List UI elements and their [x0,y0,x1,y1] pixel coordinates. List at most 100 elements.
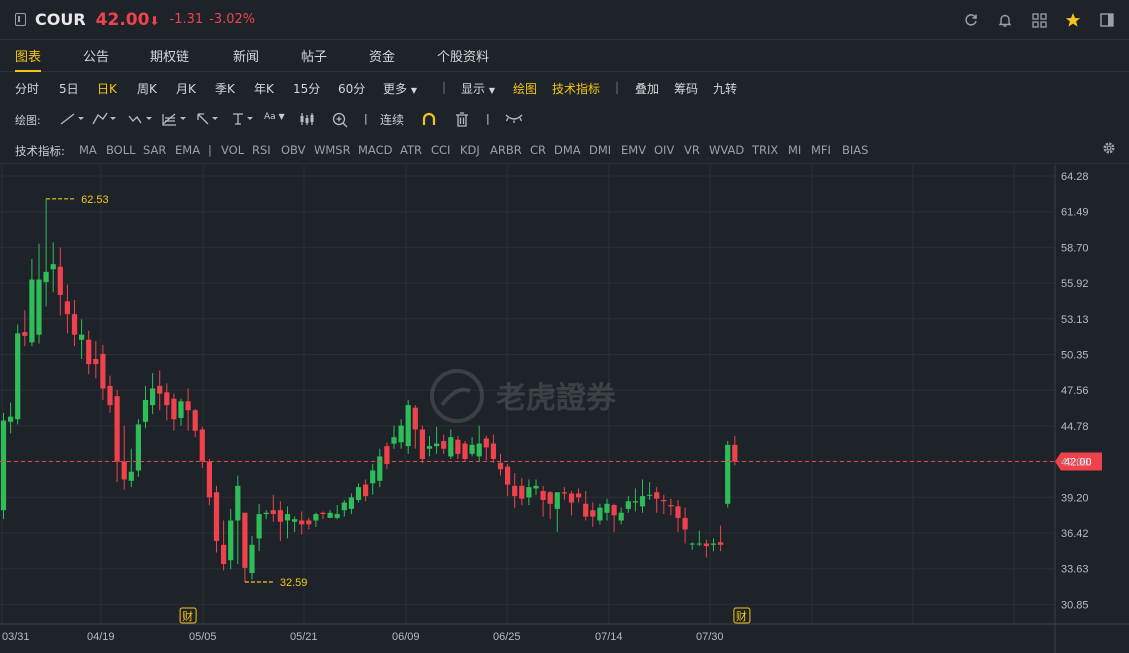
candlestick-chart[interactable]: 老虎證券 42.00 62.53 32.59 财 财 64.28 61.49 58.70 55… [0,165,1129,653]
period-weekly[interactable]: 周K [137,80,157,97]
candle-body [150,388,156,406]
period-daily[interactable]: 日K [97,80,117,97]
indicator-arbr[interactable]: ARBR [490,143,522,157]
candle-body [661,499,667,502]
candle-body [100,353,106,389]
tab-profile[interactable]: 个股资料 [437,40,489,72]
zoom-icon[interactable] [332,112,348,131]
x-tick-label: 05/05 [189,631,217,643]
period-5day[interactable]: 5日 [59,80,79,97]
period-15min[interactable]: 15分 [293,80,320,97]
indicators-toggle[interactable]: 技术指标 [552,80,600,97]
candle-body [0,420,7,511]
more-periods-dropdown[interactable]: 更多 ▼ [383,80,417,97]
indicator-rsi[interactable]: RSI [252,143,271,157]
line-tool-icon[interactable] [60,112,86,129]
y-tick-label: 47.56 [1061,385,1089,397]
candle-body [50,264,56,270]
candle-body [199,429,205,462]
indicator-emv[interactable]: EMV [621,143,646,157]
candle-body [675,506,681,518]
settings-gear-icon[interactable] [1102,141,1116,158]
low-marker-label: 32.59 [280,577,308,589]
candle-body [157,385,163,394]
period-yearly[interactable]: 年K [254,80,274,97]
period-60min[interactable]: 60分 [338,80,365,97]
drawing-toggle[interactable]: 绘图 [513,80,537,97]
tab-capital[interactable]: 资金 [369,40,395,72]
hide-drawings-eye-icon[interactable] [505,112,523,127]
period-intraday[interactable]: 分时 [15,80,39,97]
indicator-vol[interactable]: VOL [221,143,244,157]
display-dropdown[interactable]: 显示 ▼ [461,80,495,97]
candle-body [434,443,440,447]
overlay-button[interactable]: 叠加 [635,80,659,97]
grid-icon[interactable] [1029,11,1049,29]
candle-body [213,492,220,541]
arrow-tool-icon[interactable] [196,112,222,129]
continuous-drawing-toggle[interactable]: 连续 [380,111,404,128]
indicator-dmi[interactable]: DMI [589,143,611,157]
indicator-vr[interactable]: VR [684,143,700,157]
tab-posts[interactable]: 帖子 [301,40,327,72]
indicator-cr[interactable]: CR [530,143,546,157]
polyline-tool-icon[interactable] [92,112,118,129]
candle-body [576,493,582,498]
candle-body [107,385,113,406]
candle-body [348,497,354,509]
indicator-kdj[interactable]: KDJ [460,143,480,157]
period-quarterly[interactable]: 季K [215,80,235,97]
earnings-marker-label: 财 [182,609,193,623]
indicator-atr[interactable]: ATR [400,143,422,157]
candle-body [249,544,255,574]
indicator-wvad[interactable]: WVAD [709,143,744,157]
sidebar-toggle-icon[interactable] [1097,11,1117,29]
indicator-oiv[interactable]: OIV [654,143,674,157]
candle-body [86,339,92,365]
candle-body [235,485,241,521]
indicator-bias[interactable]: BIAS [842,143,868,157]
refresh-icon[interactable] [961,11,981,29]
tab-announcements[interactable]: 公告 [83,40,109,72]
star-icon[interactable] [1063,11,1083,29]
indicator-sar[interactable]: SAR [143,143,166,157]
indicator-obv[interactable]: OBV [281,143,305,157]
wave-tool-icon[interactable] [128,112,154,129]
candle-body [611,505,617,516]
watermark: 老虎證券 [430,369,617,423]
indicator-ma[interactable]: MA [79,143,97,157]
indicator-dma[interactable]: DMA [554,143,581,157]
nine-turn-button[interactable]: 九转 [713,80,737,97]
candle-body [71,314,78,335]
indicator-macd[interactable]: MACD [358,143,392,157]
indicator-mi[interactable]: MI [788,143,801,157]
indicator-mfi[interactable]: MFI [811,143,831,157]
indicator-wmsr[interactable]: WMSR [314,143,351,157]
candle-body [682,517,688,530]
bell-icon[interactable] [995,11,1015,29]
indicator-cci[interactable]: CCI [431,143,450,157]
tab-chart[interactable]: 图表 [15,40,42,72]
font-tool-icon[interactable]: Aa ▼ [264,112,285,122]
symbol-panel-icon[interactable] [15,13,26,26]
tab-news[interactable]: 新闻 [233,40,259,72]
main-tabs: 图表 公告 期权链 新闻 帖子 资金 个股资料 [0,40,1129,72]
magnet-icon[interactable] [422,112,436,129]
y-tick-label: 53.13 [1061,314,1089,326]
candle-body [64,301,70,315]
chips-button[interactable]: 筹码 [674,80,698,97]
text-tool-icon[interactable] [231,112,257,129]
period-monthly[interactable]: 月K [176,80,196,97]
x-tick-label: 06/09 [392,631,420,643]
fibonacci-tool-icon[interactable] [162,112,188,129]
candle-body [277,510,283,522]
indicator-boll[interactable]: BOLL [106,143,136,157]
trash-icon[interactable] [455,112,469,130]
candle-body [142,400,149,422]
candle-body [583,503,589,517]
indicator-trix[interactable]: TRIX [752,143,778,157]
tab-option-chain[interactable]: 期权链 [150,40,189,72]
candle-body [292,519,298,522]
candle-marker-tool-icon[interactable] [299,112,315,129]
indicator-ema[interactable]: EMA [175,143,200,157]
